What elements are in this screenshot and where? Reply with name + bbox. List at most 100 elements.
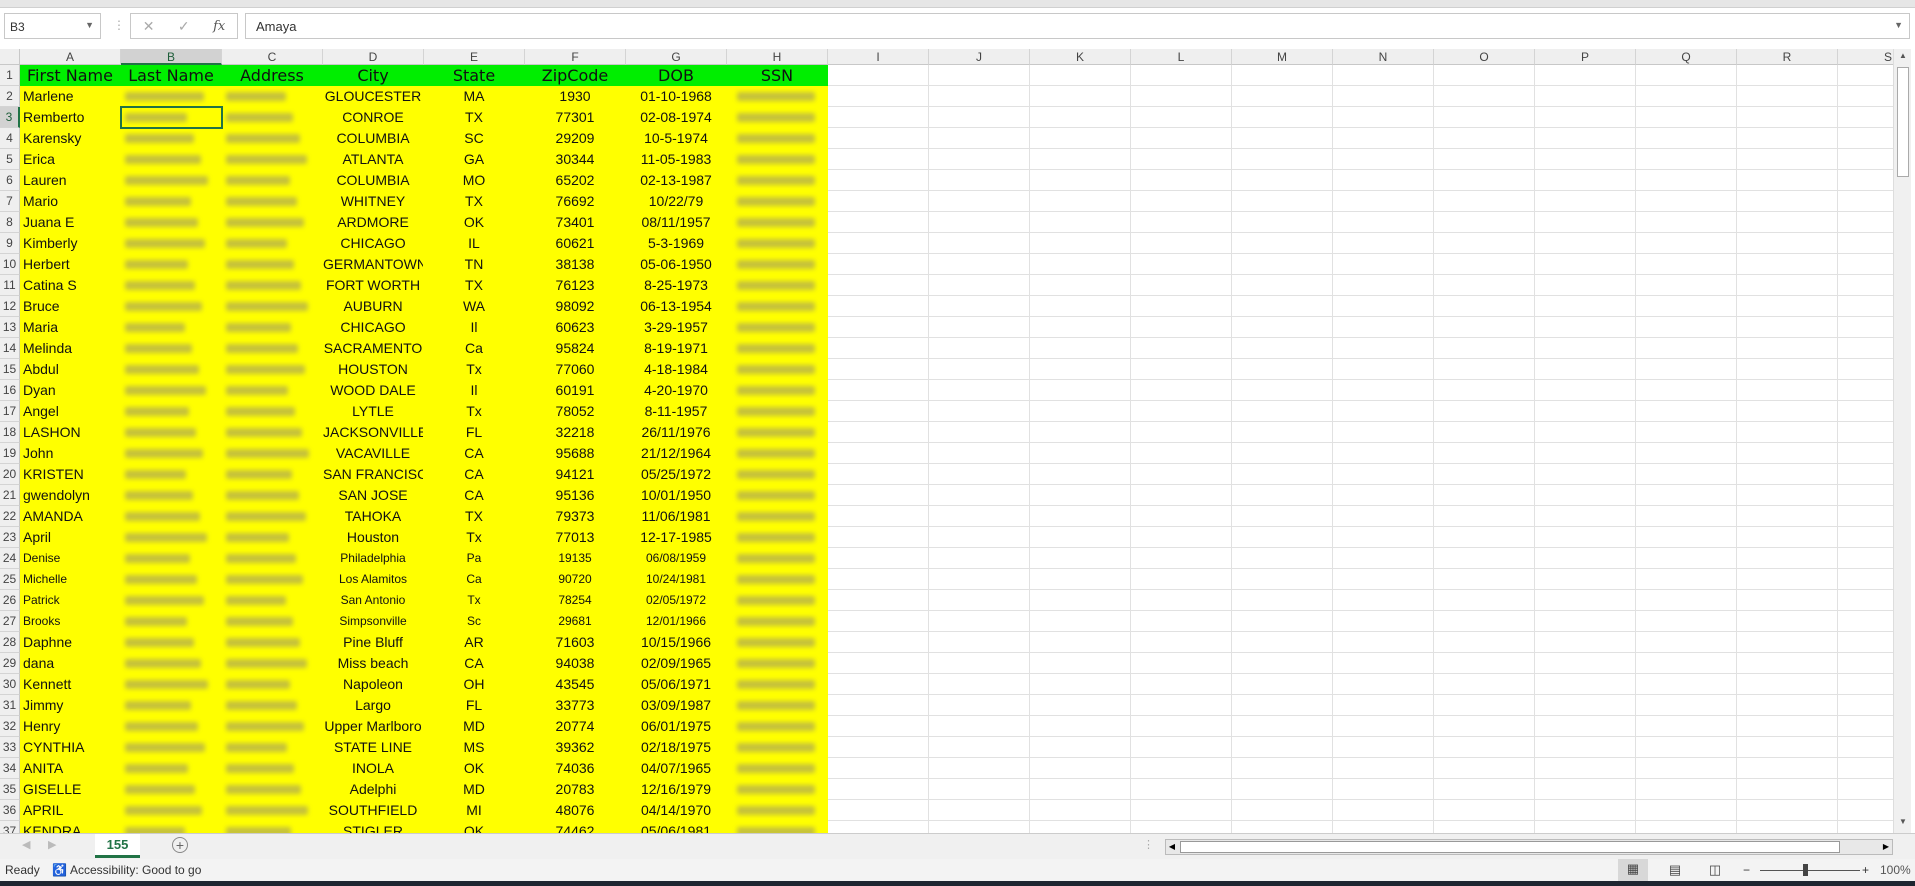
data-cell-state[interactable]: OK [424,821,525,833]
cell[interactable] [1030,653,1131,674]
cell[interactable] [1737,758,1838,779]
cell[interactable] [1737,338,1838,359]
cell[interactable] [1333,107,1434,128]
redacted-cell[interactable] [222,716,323,737]
cell[interactable] [1737,485,1838,506]
column-header-l[interactable]: L [1131,49,1232,65]
cell[interactable] [1333,506,1434,527]
row-header-13[interactable]: 13 [0,317,20,338]
cell[interactable] [1535,380,1636,401]
redacted-cell[interactable] [727,800,828,821]
redacted-cell[interactable] [121,254,222,275]
cell[interactable] [929,338,1030,359]
cell[interactable] [1838,506,1893,527]
data-cell-dob[interactable]: 02/18/1975 [626,737,727,758]
cell[interactable] [1434,86,1535,107]
data-cell-zipcode[interactable]: 76123 [525,275,626,296]
cell[interactable] [1232,443,1333,464]
cell[interactable] [1131,527,1232,548]
data-cell-state[interactable]: OH [424,674,525,695]
data-cell-dob[interactable]: 10/01/1950 [626,485,727,506]
data-cell-dob[interactable]: 08/11/1957 [626,212,727,233]
data-cell-dob[interactable]: 12/16/1979 [626,779,727,800]
data-cell-state[interactable]: WA [424,296,525,317]
data-cell-state[interactable]: Il [424,380,525,401]
data-cell-zipcode[interactable]: 19135 [525,548,626,569]
cell[interactable] [1636,296,1737,317]
data-cell-dob[interactable]: 06/01/1975 [626,716,727,737]
cell[interactable] [1636,464,1737,485]
cell[interactable] [1030,506,1131,527]
cell[interactable] [1636,422,1737,443]
data-cell-city[interactable]: GLOUCESTER [323,86,424,107]
row-header-28[interactable]: 28 [0,632,20,653]
cell[interactable] [1030,212,1131,233]
cell[interactable] [828,695,929,716]
data-cell-dob[interactable]: 11-05-1983 [626,149,727,170]
cell[interactable] [1535,86,1636,107]
redacted-cell[interactable] [121,401,222,422]
data-cell-state[interactable]: Ca [424,569,525,590]
redacted-cell[interactable] [121,548,222,569]
cell[interactable] [1535,275,1636,296]
data-cell-state[interactable]: Il [424,317,525,338]
cell[interactable] [1131,590,1232,611]
cell[interactable] [1838,128,1893,149]
cell[interactable] [1535,485,1636,506]
cell[interactable] [1535,653,1636,674]
cell[interactable] [1535,317,1636,338]
cell[interactable] [1838,758,1893,779]
cell[interactable] [1737,611,1838,632]
cell[interactable] [828,128,929,149]
cell[interactable] [1838,485,1893,506]
cell[interactable] [1434,716,1535,737]
cell[interactable] [1636,107,1737,128]
data-cell-dob[interactable]: 02/05/1972 [626,590,727,611]
redacted-cell[interactable] [121,590,222,611]
cell[interactable] [1535,233,1636,254]
cell[interactable] [1131,254,1232,275]
data-cell-first-name[interactable]: KRISTEN [20,464,121,485]
cell[interactable] [1030,695,1131,716]
row-header-7[interactable]: 7 [0,191,20,212]
column-header-j[interactable]: J [929,49,1030,65]
data-cell-city[interactable]: Upper Marlboro [323,716,424,737]
redacted-cell[interactable] [727,170,828,191]
zoom-slider[interactable] [1760,870,1860,871]
cell[interactable] [1535,422,1636,443]
cell[interactable] [828,65,929,86]
redacted-cell[interactable] [121,380,222,401]
cell[interactable] [1838,401,1893,422]
data-cell-first-name[interactable]: Catina S [20,275,121,296]
redacted-cell[interactable] [121,800,222,821]
data-cell-dob[interactable]: 06-13-1954 [626,296,727,317]
cell[interactable] [1131,86,1232,107]
data-cell-first-name[interactable]: KENDRA [20,821,121,833]
column-header-e[interactable]: E [424,49,525,65]
cell[interactable] [929,632,1030,653]
cell[interactable] [1838,569,1893,590]
cell[interactable] [1535,254,1636,275]
data-cell-zipcode[interactable]: 48076 [525,800,626,821]
cell[interactable] [929,359,1030,380]
data-cell-city[interactable]: Los Alamitos [323,569,424,590]
redacted-cell[interactable] [121,821,222,833]
data-cell-first-name[interactable]: Herbert [20,254,121,275]
cell[interactable] [1434,233,1535,254]
cell[interactable] [1737,191,1838,212]
data-cell-first-name[interactable]: Abdul [20,359,121,380]
cell[interactable] [1232,296,1333,317]
data-cell-dob[interactable]: 21/12/1964 [626,443,727,464]
data-cell-state[interactable]: OK [424,212,525,233]
cell[interactable] [1232,128,1333,149]
redacted-cell[interactable] [222,359,323,380]
cell[interactable] [1434,569,1535,590]
redacted-cell[interactable] [222,128,323,149]
redacted-cell[interactable] [727,254,828,275]
chevron-down-icon[interactable]: ▼ [85,20,94,30]
cell[interactable] [1636,485,1737,506]
data-cell-zipcode[interactable]: 60191 [525,380,626,401]
column-header-a[interactable]: A [20,49,121,65]
cell[interactable] [1535,590,1636,611]
data-cell-zipcode[interactable]: 98092 [525,296,626,317]
